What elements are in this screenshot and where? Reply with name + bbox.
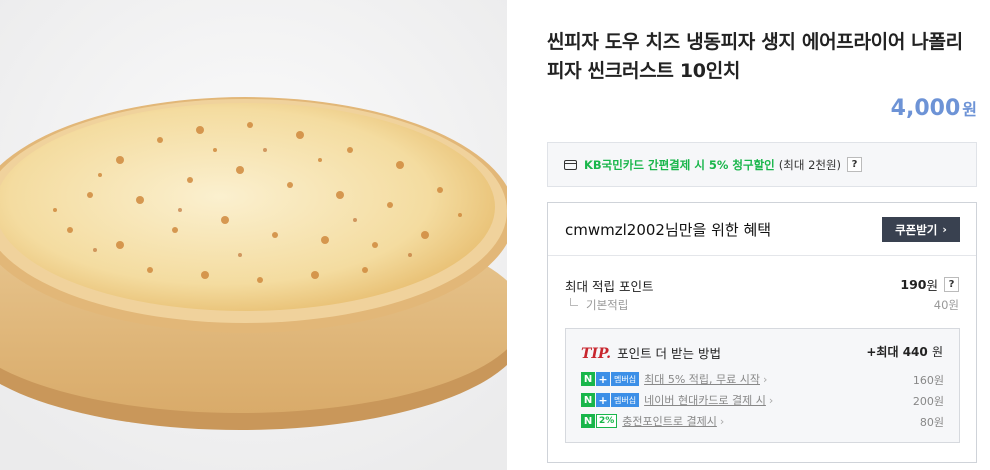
- price-currency: 원: [962, 100, 977, 119]
- plus-icon: +: [596, 372, 610, 386]
- chevron-right-icon: ›: [768, 393, 774, 407]
- tip-row-value: 160원: [912, 374, 944, 387]
- base-points-value: 40원: [933, 298, 959, 312]
- naver-n-icon: N: [581, 393, 595, 407]
- tip-row-hyundai-card[interactable]: N + 멤버십 네이버 현대카드로 결제 시 › 200원: [581, 392, 944, 408]
- tip-heading: TIP. 포인트 더 받는 방법: [581, 343, 721, 362]
- pizza-illustration: [0, 0, 507, 470]
- card-discount-banner[interactable]: KB국민카드 간편결제 시 5% 청구할인 (최대 2천원) ?: [547, 142, 977, 187]
- max-points-unit: 원: [926, 278, 938, 293]
- tip-total-unit: 원: [931, 345, 943, 359]
- tip-total-prefix: +최대: [866, 345, 899, 359]
- base-points-label: 기본적립: [586, 298, 629, 312]
- chevron-right-icon: ›: [763, 372, 768, 386]
- max-points-value: 190 원 ?: [900, 275, 959, 294]
- price-value: 4,000: [890, 96, 961, 121]
- tip-row-value: 80원: [919, 416, 944, 429]
- tip-box: TIP. 포인트 더 받는 방법 +최대 440 원 N + 멤버십 최대 5%…: [565, 328, 960, 443]
- tip-total: +최대 440 원: [866, 343, 943, 360]
- chevron-right-icon: ›: [942, 223, 947, 236]
- card-discount-note: (최대 2천원): [778, 157, 842, 172]
- tip-row-charge-points[interactable]: N 2% 충전포인트로 결제시 › 80원: [581, 413, 944, 429]
- tip-row-membership[interactable]: N + 멤버십 최대 5% 적립, 무료 시작 › 160원: [581, 371, 944, 387]
- card-discount-help-button[interactable]: ?: [847, 157, 863, 172]
- tip-mark: TIP.: [581, 346, 612, 362]
- coupon-button-label: 쿠폰받기: [895, 222, 938, 237]
- plus-icon: +: [596, 393, 610, 407]
- tip-row-link[interactable]: 최대 5% 적립, 무료 시작: [644, 371, 760, 387]
- naver-n-icon: N: [581, 414, 595, 428]
- tip-row-link[interactable]: 네이버 현대카드로 결제 시: [644, 392, 766, 408]
- get-coupon-button[interactable]: 쿠폰받기 ›: [882, 217, 960, 242]
- tip-total-value: 440: [902, 345, 928, 359]
- max-points-amount: 190: [900, 277, 927, 292]
- card-discount-highlight: KB국민카드 간편결제 시 5% 청구할인: [584, 157, 775, 172]
- naver-n-icon: N: [581, 372, 595, 386]
- max-points-label: 최대 적립 포인트: [565, 279, 654, 294]
- product-image[interactable]: [0, 0, 507, 470]
- benefit-title: cmwmzl2002님만을 위한 혜택: [565, 221, 772, 239]
- tip-row-value: 200원: [912, 395, 944, 408]
- product-price: 4,000 원: [891, 96, 977, 121]
- chevron-right-icon: ›: [719, 414, 725, 428]
- percent-badge: 2%: [596, 414, 618, 428]
- credit-card-icon: [564, 159, 577, 170]
- benefit-header: cmwmzl2002님만을 위한 혜택 쿠폰받기 ›: [548, 203, 976, 256]
- tip-row-link[interactable]: 충전포인트로 결제시: [622, 413, 717, 429]
- max-points-help-button[interactable]: ?: [944, 277, 959, 292]
- membership-badge: 멤버십: [611, 372, 640, 386]
- product-title: 씬피자 도우 치즈 냉동피자 생지 에어프라이어 나폴리피자 씬크러스트 10인…: [547, 31, 963, 82]
- tip-heading-text: 포인트 더 받는 방법: [617, 346, 721, 361]
- product-info-panel: 씬피자 도우 치즈 냉동피자 생지 에어프라이어 나폴리피자 씬크러스트 10인…: [547, 0, 977, 470]
- base-points-row: 기본적립: [570, 297, 628, 313]
- member-benefit-box: cmwmzl2002님만을 위한 혜택 쿠폰받기 › 최대 적립 포인트 190…: [547, 202, 977, 463]
- membership-badge: 멤버십: [611, 393, 640, 407]
- tree-elbow-icon: [570, 298, 578, 306]
